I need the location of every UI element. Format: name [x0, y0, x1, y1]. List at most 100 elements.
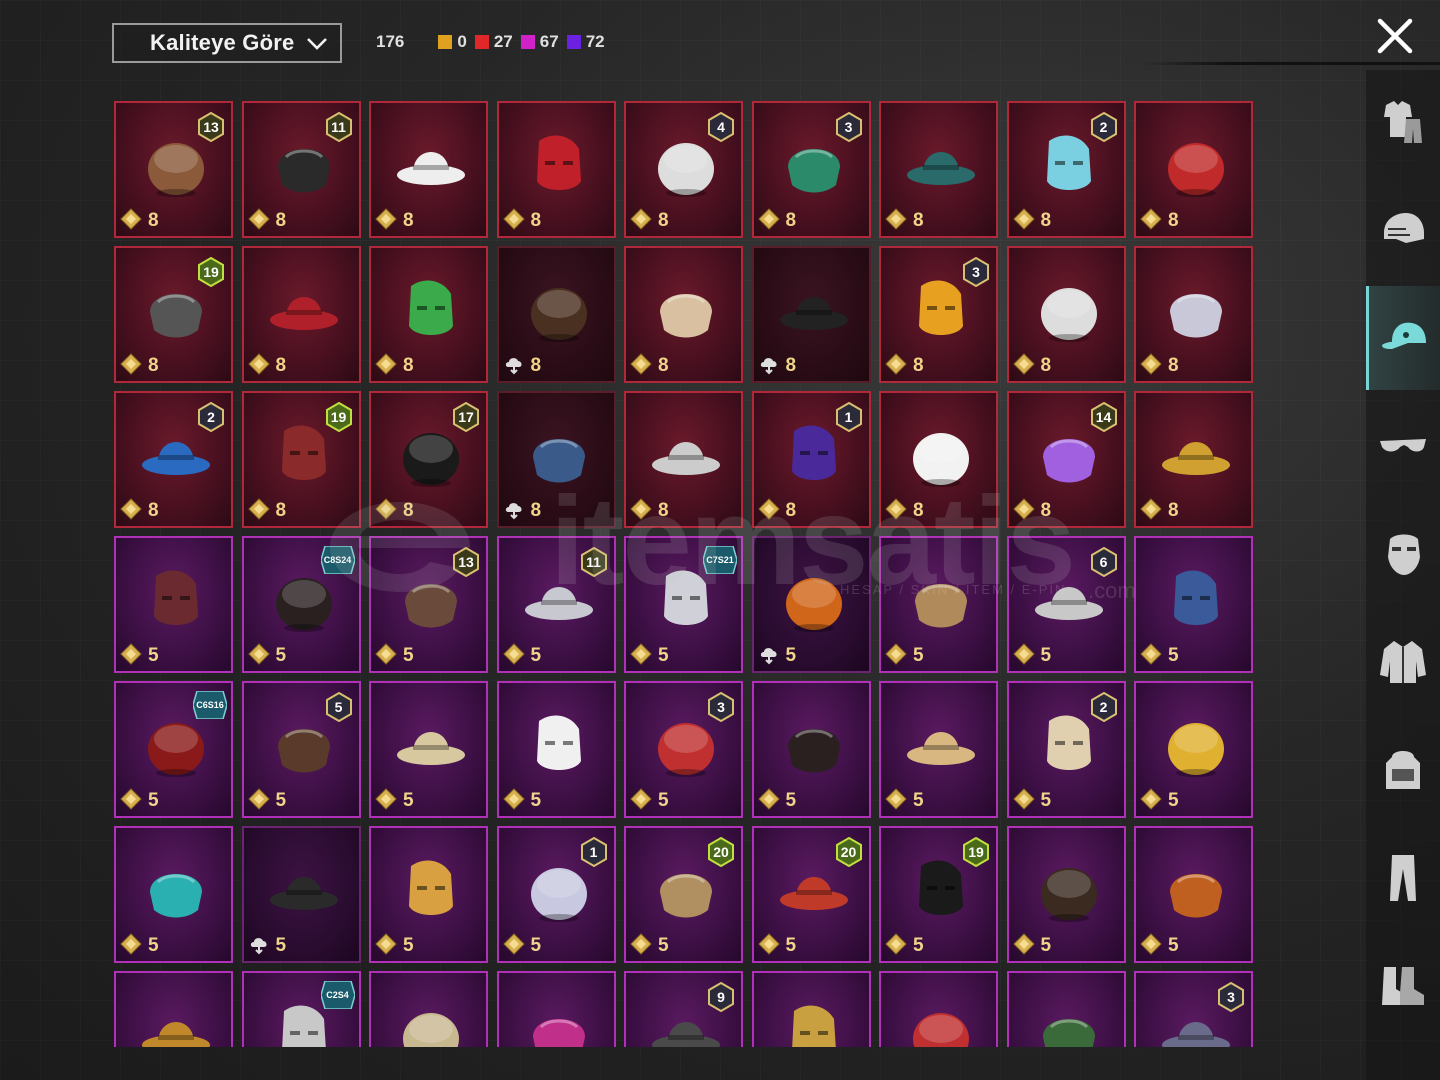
currency-icon	[1012, 933, 1035, 955]
item-card[interactable]: 5	[369, 681, 488, 818]
item-card[interactable]: 5	[114, 826, 233, 963]
nav-jacket[interactable]	[1366, 610, 1440, 714]
nav-pants[interactable]	[1366, 826, 1440, 930]
item-card[interactable]: 65	[1006, 536, 1126, 673]
demon-mask-icon	[1168, 143, 1224, 197]
item-card[interactable]: 20 5	[624, 826, 743, 963]
item-card[interactable]: 5	[1006, 826, 1126, 963]
item-value: 8	[530, 210, 542, 231]
item-card[interactable]: 11 8	[241, 101, 361, 238]
pink-bow-icon	[532, 1019, 585, 1047]
item-value: 8	[1040, 210, 1052, 231]
item-card[interactable]: 8	[879, 391, 998, 528]
white-cowboy-hat-icon	[397, 152, 465, 185]
item-card[interactable]	[751, 971, 871, 1047]
item-card[interactable]: 11 5	[496, 536, 616, 673]
item-card[interactable]: 18	[751, 391, 871, 528]
chevron-down-icon	[307, 38, 327, 50]
item-card[interactable]: 19 8	[241, 391, 361, 528]
currency-icon	[757, 788, 780, 810]
item-card[interactable]: 5	[879, 536, 998, 673]
item-card[interactable]: 20 5	[751, 826, 871, 963]
item-card[interactable]: 8	[1134, 391, 1253, 528]
level-badge: 3	[962, 257, 990, 287]
item-card[interactable]	[369, 971, 488, 1047]
item-card[interactable]: 8	[496, 101, 616, 238]
item-card[interactable]: 8	[1134, 246, 1253, 383]
helmet-icon	[1384, 213, 1424, 243]
item-card[interactable]: 5	[879, 681, 998, 818]
item-card[interactable]: 8	[751, 246, 871, 383]
item-card[interactable]: 28	[1006, 101, 1126, 238]
item-card[interactable]: 19 5	[879, 826, 998, 963]
mask-icon	[1388, 534, 1420, 575]
nav-helmet[interactable]	[1366, 178, 1440, 282]
gold-band-hair-icon	[1040, 868, 1097, 922]
item-card[interactable]: 38	[751, 101, 871, 238]
item-card[interactable]	[496, 971, 616, 1047]
item-value: 5	[658, 790, 669, 811]
item-card[interactable]: 15	[496, 826, 616, 963]
level-badge-text: 4	[717, 119, 725, 135]
item-card[interactable]: 28	[114, 391, 233, 528]
item-value: 8	[785, 355, 797, 376]
item-card[interactable]	[114, 971, 233, 1047]
season-badge-text: C8S24	[323, 555, 352, 565]
item-card[interactable]	[1006, 971, 1126, 1047]
item-card[interactable]: 25	[1006, 681, 1126, 818]
red-brim-hat-icon	[913, 1013, 969, 1047]
level-badge-text: 13	[203, 119, 219, 135]
item-card[interactable]: 5	[241, 826, 361, 963]
nav-cap[interactable]	[1366, 286, 1440, 390]
item-card[interactable]: 48	[624, 101, 743, 238]
item-card[interactable]: 19 8	[114, 246, 233, 383]
item-card[interactable]: 5	[114, 536, 233, 673]
item-card[interactable]: 3	[1134, 971, 1253, 1047]
red-gold-helmet-icon	[269, 297, 338, 330]
item-card[interactable]: 5	[1134, 681, 1253, 818]
item-card[interactable]: 8	[496, 246, 616, 383]
item-card[interactable]: 8	[1006, 246, 1126, 383]
item-card[interactable]: 8	[496, 391, 616, 528]
item-card[interactable]: 8	[624, 391, 743, 528]
item-card[interactable]: C6S16 5	[114, 681, 233, 818]
item-card[interactable]: 5	[496, 681, 616, 818]
close-icon[interactable]	[1376, 17, 1414, 55]
item-value: 8	[658, 355, 669, 376]
item-card[interactable]: 13 5	[369, 536, 488, 673]
item-card[interactable]: 5	[1134, 536, 1253, 673]
nav-mask[interactable]	[1366, 502, 1440, 606]
item-card[interactable]: 55	[241, 681, 361, 818]
nav-backpack[interactable]	[1366, 718, 1440, 822]
item-card[interactable]: 13 8	[114, 101, 233, 238]
item-card[interactable]: 8	[241, 246, 361, 383]
item-card[interactable]: 9	[624, 971, 743, 1047]
item-card[interactable]: C2S4	[241, 971, 361, 1047]
item-card[interactable]: 5	[1134, 826, 1253, 963]
item-card[interactable]: 8	[369, 246, 488, 383]
nav-glasses[interactable]	[1366, 394, 1440, 498]
item-card[interactable]: 8	[624, 246, 743, 383]
item-value: 5	[275, 935, 287, 956]
item-card[interactable]: 5	[751, 536, 871, 673]
item-card[interactable]: 5	[369, 826, 488, 963]
nav-outfit[interactable]	[1366, 70, 1440, 174]
currency-icon	[1140, 643, 1162, 665]
level-badge-text: 14	[1095, 409, 1112, 425]
item-card[interactable]: 8	[369, 101, 488, 238]
item-card[interactable]: 5	[751, 681, 871, 818]
item-card[interactable]: 14 8	[1006, 391, 1126, 528]
item-card[interactable]: C8S24 5	[241, 536, 361, 673]
item-card[interactable]: 35	[624, 681, 743, 818]
level-badge: 17	[452, 402, 480, 432]
nav-shoes[interactable]	[1366, 934, 1440, 1038]
item-card[interactable]: 38	[879, 246, 998, 383]
sort-dropdown[interactable]: Kaliteye Göre	[112, 23, 342, 63]
item-card[interactable]: 8	[879, 101, 998, 238]
item-card[interactable]	[879, 971, 998, 1047]
item-card[interactable]: 17 8	[369, 391, 488, 528]
currency-icon	[120, 643, 142, 665]
item-card[interactable]: C7S21 5	[624, 536, 743, 673]
item-value: 5	[403, 645, 414, 666]
item-card[interactable]: 8	[1134, 101, 1253, 238]
